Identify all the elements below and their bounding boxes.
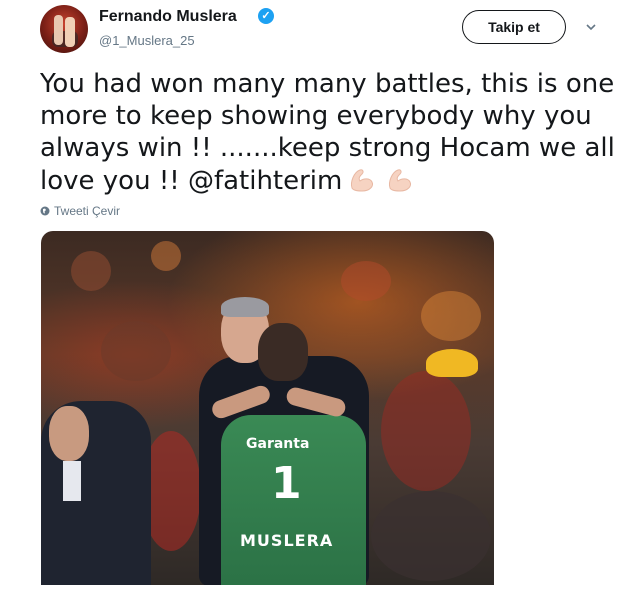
mention-link[interactable]: @fatihterim xyxy=(188,166,342,196)
photo-person-left xyxy=(41,401,151,585)
follow-button[interactable]: Takip et xyxy=(462,10,566,44)
translate-label: Tweeti Çevir xyxy=(54,204,121,218)
jersey-name: MUSLERA xyxy=(240,531,334,550)
tweet-text: You had won many many battles, this is o… xyxy=(40,68,615,197)
avatar[interactable] xyxy=(40,5,88,53)
display-name[interactable]: Fernando Muslera xyxy=(99,8,237,26)
flexed-biceps-icon xyxy=(389,169,412,192)
avatar-figure xyxy=(54,15,63,45)
chevron-down-icon[interactable] xyxy=(586,22,596,32)
flexed-biceps-icon xyxy=(351,169,374,192)
photo-goalkeeper: Garanta 1 MUSLERA xyxy=(209,323,371,585)
avatar-figure xyxy=(65,17,75,47)
verified-badge-icon: ✓ xyxy=(258,8,274,24)
user-handle[interactable]: @1_Muslera_25 xyxy=(99,33,195,48)
tweet-line: You had won many many battles, this is o… xyxy=(40,69,615,99)
translate-tweet-link[interactable]: Tweeti Çevir xyxy=(40,204,120,218)
tweet-photo[interactable]: Garanta 1 MUSLERA xyxy=(41,231,494,585)
tweet-line-text: love you !! xyxy=(40,166,188,196)
jersey-sponsor: Garanta xyxy=(246,436,310,452)
jersey-number: 1 xyxy=(271,458,302,509)
tweet-line: more to keep showing everybody why you xyxy=(40,101,592,131)
tweet-card: Fernando Muslera ✓ @1_Muslera_25 Takip e… xyxy=(0,0,642,591)
tweet-line: love you !! @fatihterim xyxy=(40,164,600,197)
globe-icon xyxy=(40,206,50,216)
tweet-line: always win !! .......keep strong Hocam w… xyxy=(40,133,615,163)
photo-spectator-cap xyxy=(426,349,478,377)
